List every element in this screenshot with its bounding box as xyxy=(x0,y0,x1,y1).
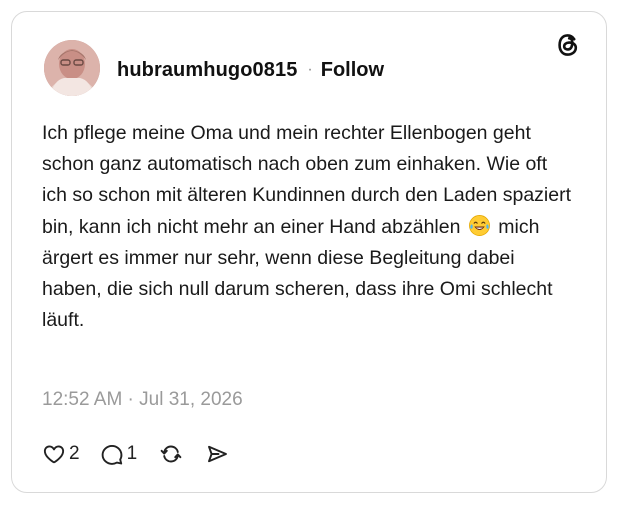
action-bar: 2 1 xyxy=(42,439,229,469)
like-button[interactable]: 2 xyxy=(42,442,80,466)
like-count: 2 xyxy=(69,443,80,464)
avatar[interactable] xyxy=(44,40,100,96)
reply-button[interactable]: 1 xyxy=(100,442,138,466)
speech-bubble-icon xyxy=(100,442,124,466)
repost-button[interactable] xyxy=(159,442,183,466)
reply-count: 1 xyxy=(126,443,138,464)
threads-logo-icon[interactable] xyxy=(554,31,582,59)
send-icon xyxy=(205,442,229,466)
heart-icon xyxy=(42,442,66,466)
post-text: Ich pflege meine Oma und mein rechter El… xyxy=(42,118,572,336)
post-text-part-1: Ich pflege meine Oma und mein rechter El… xyxy=(42,122,572,238)
share-button[interactable] xyxy=(205,442,229,466)
laughing-tears-emoji-icon xyxy=(468,214,491,237)
post-timestamp[interactable]: 12:52 AM · Jul 31, 2026 xyxy=(42,389,243,411)
username-link[interactable]: hubraumhugo0815 xyxy=(117,59,297,82)
repost-icon xyxy=(159,442,183,466)
separator-dot: · xyxy=(307,61,313,78)
follow-button[interactable]: Follow xyxy=(321,59,384,82)
avatar-image xyxy=(44,40,100,96)
post-card: hubraumhugo0815 · Follow Ich pflege mein… xyxy=(11,11,607,493)
post-header: hubraumhugo0815 · Follow xyxy=(117,56,384,84)
